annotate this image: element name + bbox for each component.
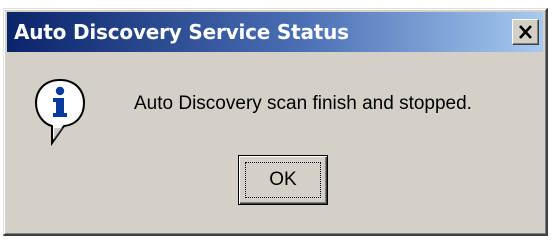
close-icon — [519, 25, 532, 39]
title-bar[interactable]: Auto Discovery Service Status — [7, 12, 543, 52]
status-dialog: Auto Discovery Service Status Auto Disco… — [3, 8, 548, 236]
information-icon — [34, 78, 86, 147]
status-message: Auto Discovery scan finish and stopped. — [134, 93, 472, 114]
dialog-title: Auto Discovery Service Status — [14, 20, 349, 44]
close-button[interactable] — [512, 19, 539, 45]
ok-button[interactable]: OK — [238, 155, 328, 205]
ok-button-label: OK — [269, 169, 297, 190]
